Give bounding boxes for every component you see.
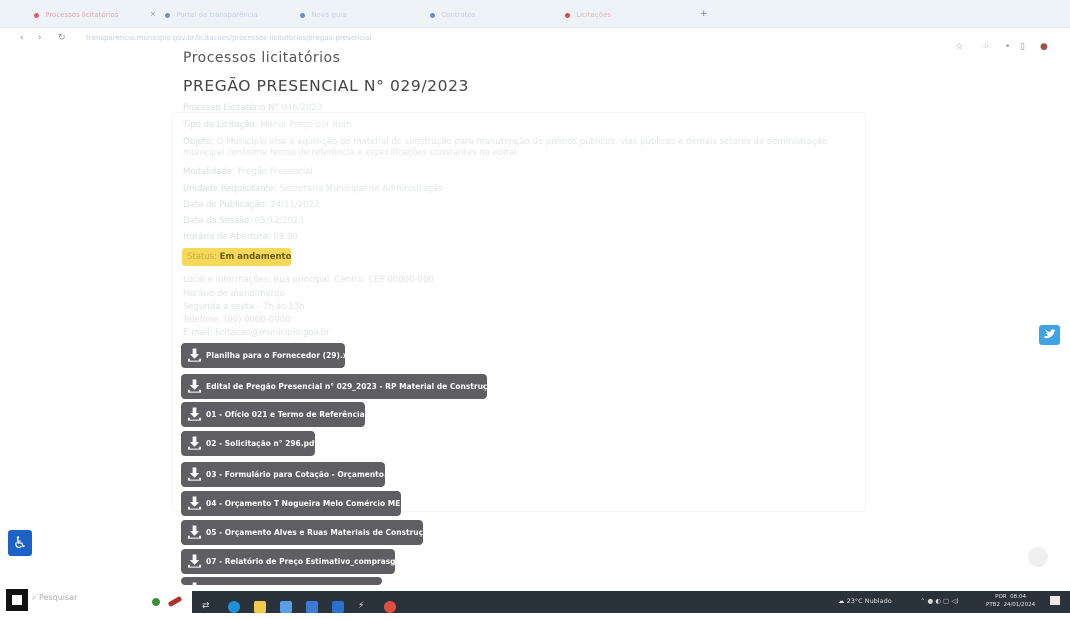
new-tab-button[interactable]: + xyxy=(700,9,708,19)
tab-label: Portal da transparência xyxy=(176,11,258,19)
download-button[interactable] xyxy=(181,577,382,585)
search-icon: ⌕ xyxy=(32,593,40,602)
profile-avatar-icon[interactable]: ● xyxy=(1040,42,1048,52)
url-field[interactable]: transparencia.municipio.gov.br/licitacoe… xyxy=(86,34,371,42)
pin-icon[interactable] xyxy=(167,595,183,608)
download-button[interactable]: 03 - Formulário para Cotação - Orçamento… xyxy=(181,462,385,487)
download-icon xyxy=(187,496,202,510)
app-icon[interactable]: ⚡ xyxy=(358,601,370,613)
tab-label: Licitações xyxy=(576,11,611,19)
download-label: 02 - Solicitação n° 296.pdf xyxy=(206,439,315,448)
word-icon[interactable] xyxy=(332,601,344,613)
download-label: 07 - Relatório de Preço Estimativo_compr… xyxy=(206,557,395,566)
scroll-top-button[interactable] xyxy=(1028,547,1048,567)
detail-unidade: Unidade Requisitante: Secretaria Municip… xyxy=(183,184,444,194)
download-label: 01 - Ofício 021 e Termo de Referência.pd… xyxy=(206,410,365,419)
status-value: Em andamento xyxy=(219,252,292,262)
tab-label: Nova guia xyxy=(311,11,347,19)
cloud-icon: ☁ xyxy=(838,597,847,605)
accessibility-icon: ♿ xyxy=(12,533,28,552)
app-icon[interactable] xyxy=(152,598,160,606)
download-button[interactable]: 05 - Orçamento Alves e Ruas Materiais de… xyxy=(181,520,423,545)
star-icon[interactable]: ☆ xyxy=(955,42,963,52)
download-icon xyxy=(187,348,202,362)
detail-sessao: Data da Sessão: 05/12/2023 xyxy=(183,216,304,226)
download-icon xyxy=(187,436,202,450)
download-button[interactable]: 01 - Ofício 021 e Termo de Referência.pd… xyxy=(181,402,365,427)
taskbar-search[interactable]: ⌕ Pesquisar xyxy=(32,593,77,603)
download-button[interactable]: Edital de Pregão Presencial n° 029_2023 … xyxy=(181,374,487,399)
detail-modalidade: Modalidade: Pregão Presencial xyxy=(183,167,313,177)
download-icon xyxy=(187,467,202,481)
contact-email: E-mail: licitacao@municipio.gov.br xyxy=(183,328,330,338)
detail-processo: Processo Licitatório N° 046/2023 xyxy=(183,103,323,113)
task-view-icon[interactable]: ⇄ xyxy=(202,601,214,613)
download-button[interactable]: 02 - Solicitação n° 296.pdf xyxy=(181,431,315,456)
edge-icon[interactable] xyxy=(228,601,240,613)
download-button[interactable]: 04 - Orçamento T Nogueira Melo Comércio … xyxy=(181,491,401,516)
tab-favicon xyxy=(300,12,305,18)
twitter-icon xyxy=(1044,329,1056,339)
tab-favicon xyxy=(34,12,39,18)
tab-favicon xyxy=(165,12,170,18)
system-tray[interactable]: ⌃ ● ◐ ▢ ◁) xyxy=(920,597,959,605)
download-label: 04 - Orçamento T Nogueira Melo Comércio … xyxy=(206,499,401,508)
tab-label: Contratos xyxy=(441,11,476,19)
extensions-icon[interactable]: ⁘ xyxy=(982,42,990,52)
language-indicator: POR xyxy=(995,594,1007,600)
download-label: Planilha para o Fornecedor (29).xls xyxy=(206,351,345,360)
contact-atendimento: Segunda a sexta - 7h às 13h xyxy=(183,302,305,312)
download-icon xyxy=(187,379,202,393)
tab-nova[interactable]: Nova guia xyxy=(300,10,370,20)
clock-time: 08:04 xyxy=(1010,594,1026,600)
reload-icon[interactable]: ↻ xyxy=(58,33,66,43)
detail-tipo: Tipo de Licitação: Menor Preço por Item xyxy=(183,120,352,130)
contact-horario: Horário de atendimento xyxy=(183,289,285,299)
keyboard-indicator: PTB2 xyxy=(986,602,1000,608)
tab-favicon xyxy=(430,12,435,18)
chrome-icon[interactable] xyxy=(384,601,396,613)
download-icon xyxy=(187,525,202,539)
back-icon[interactable]: ‹ xyxy=(20,33,24,43)
download-label: 03 - Formulário para Cotação - Orçamento… xyxy=(206,470,385,479)
download-icon xyxy=(187,554,202,568)
store-icon[interactable] xyxy=(280,601,292,613)
windows-start-icon[interactable] xyxy=(6,589,28,611)
tab-favicon xyxy=(565,12,570,18)
tab-contratos[interactable]: Contratos xyxy=(430,10,530,20)
status-label: Status: xyxy=(187,252,217,262)
weather-widget[interactable]: ☁ 23°C Nublado xyxy=(838,597,892,605)
detail-horario: Horário de Abertura: 09:00 xyxy=(183,232,298,242)
tab-portal[interactable]: Portal da transparência xyxy=(165,10,270,20)
menu-dot-icon[interactable]: • xyxy=(1005,42,1010,52)
browser-tab-strip: Processos licitatórios × Portal da trans… xyxy=(0,0,1070,28)
contact-telefone: Telefone: (00) 0000-0000 xyxy=(183,315,291,325)
accessibility-button[interactable]: ♿ xyxy=(8,530,32,556)
page-heading: Processos licitatórios xyxy=(183,50,341,66)
detail-publicacao: Data de Publicação: 24/11/2023 xyxy=(183,200,320,210)
file-explorer-icon[interactable] xyxy=(254,601,266,613)
download-label: 05 - Orçamento Alves e Ruas Materiais de… xyxy=(206,528,423,537)
windows-taskbar: ⌕ Pesquisar ⇄ ⚡ ☁ 23°C Nublado ⌃ ● ◐ ▢ ◁… xyxy=(0,585,1070,619)
search-placeholder: Pesquisar xyxy=(39,593,78,602)
detail-objeto: Objeto: O Município visa a aquisição de … xyxy=(183,137,828,158)
sidebar-icon[interactable]: ▯ xyxy=(1020,42,1025,52)
download-button[interactable]: 07 - Relatório de Preço Estimativo_compr… xyxy=(181,549,395,574)
tab-label: Processos licitatórios xyxy=(45,11,119,19)
clock[interactable]: POR 08:04 PTB2 24/01/2024 xyxy=(986,593,1035,609)
notification-icon[interactable] xyxy=(1050,596,1060,605)
download-label: Edital de Pregão Presencial n° 029_2023 … xyxy=(206,382,487,391)
tab-close-icon[interactable]: × xyxy=(150,10,156,18)
twitter-share-button[interactable] xyxy=(1039,325,1060,345)
forward-icon[interactable]: › xyxy=(38,33,42,43)
download-button[interactable]: Planilha para o Fornecedor (29).xls xyxy=(181,343,345,368)
tab-licitacoes[interactable]: Licitações xyxy=(565,10,680,20)
tab-processos[interactable]: Processos licitatórios xyxy=(34,10,144,20)
status-badge: Status: Em andamento xyxy=(182,248,291,266)
mail-icon[interactable] xyxy=(306,601,318,613)
download-icon xyxy=(187,407,202,421)
contact-local: Local e Informações: Rua principal, Cent… xyxy=(183,275,434,285)
clock-date: 24/01/2024 xyxy=(1003,602,1036,608)
page-title: PREGÃO PRESENCIAL N° 029/2023 xyxy=(183,77,470,95)
